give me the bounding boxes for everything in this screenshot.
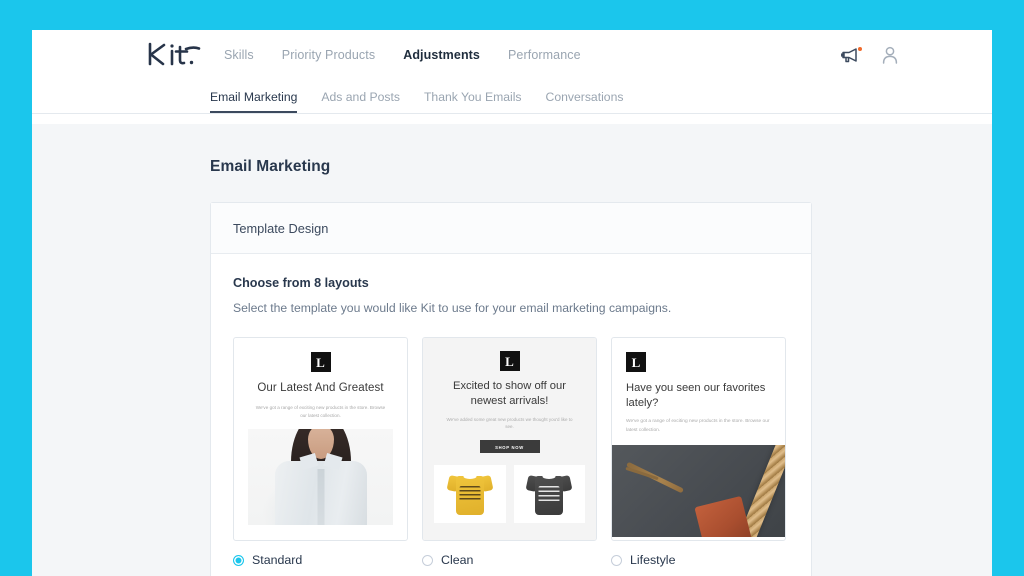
template-meta-clean: Clean A clean but effective approach to … [422, 541, 597, 576]
layouts-subtitle: Select the template you would like Kit t… [233, 301, 672, 316]
app-window: Skills Priority Products Adjustments Per… [32, 30, 992, 576]
template-option-clean[interactable]: L Excited to show off our newest arrival… [422, 337, 597, 576]
radio-indicator [611, 554, 622, 566]
option-label: Standard [252, 553, 303, 568]
template-preview-standard[interactable]: L Our Latest And Greatest We've got a ra… [233, 337, 408, 542]
template-logo-badge: L [626, 352, 646, 373]
template-grid: L Our Latest And Greatest We've got a ra… [233, 337, 789, 576]
panel-content: Choose from 8 layouts Select the templat… [211, 254, 811, 576]
dark-gray-graphic-tshirt-thumbnail [513, 464, 585, 523]
radio-clean[interactable]: Clean [422, 553, 597, 567]
top-header: Skills Priority Products Adjustments Per… [32, 30, 992, 80]
nav-item-skills[interactable]: Skills [210, 48, 268, 62]
tab-conversations[interactable]: Conversations [534, 90, 636, 113]
panel-header-title: Template Design [233, 220, 329, 236]
template-option-lifestyle[interactable]: L Have you seen our favorites lately? We… [611, 337, 786, 576]
woman-in-light-shirt-photo [248, 429, 393, 526]
radio-standard[interactable]: Standard [233, 553, 408, 567]
nav-item-priority-products[interactable]: Priority Products [268, 48, 389, 62]
nav-item-adjustments[interactable]: Adjustments [389, 48, 494, 62]
page-title: Email Marketing [210, 158, 331, 176]
rope-and-leather-photo [612, 444, 785, 537]
primary-nav: Skills Priority Products Adjustments Per… [210, 30, 595, 80]
shop-now-button[interactable]: SHOP NOW [479, 439, 540, 453]
option-label: Lifestyle [630, 553, 676, 568]
template-design-panel: Template Design Choose from 8 layouts Se… [210, 202, 812, 576]
option-label: Clean [441, 553, 474, 568]
notification-badge [858, 46, 862, 51]
template-meta-lifestyle: Lifestyle Let your top products shine wi… [611, 541, 786, 576]
radio-lifestyle[interactable]: Lifestyle [611, 553, 786, 567]
layouts-heading: Choose from 8 layouts [233, 276, 369, 291]
megaphone-icon[interactable] [841, 46, 862, 64]
template-preview-body: We've added some great new products we t… [446, 416, 573, 430]
template-preview-body: We've got a range of exciting new produc… [255, 404, 386, 418]
template-preview-heading: Have you seen our favorites lately? [626, 382, 766, 410]
product-thumbnails [434, 464, 585, 523]
template-preview-body: We've got a range of exciting new produc… [626, 418, 770, 433]
template-preview-clean[interactable]: L Excited to show off our newest arrival… [422, 337, 597, 542]
tab-thank-you-emails[interactable]: Thank You Emails [412, 90, 534, 113]
panel-header: Template Design [211, 203, 811, 255]
template-preview-lifestyle[interactable]: L Have you seen our favorites lately? We… [611, 337, 786, 542]
nav-item-performance[interactable]: Performance [494, 48, 595, 62]
template-preview-heading: Our Latest And Greatest [257, 382, 384, 395]
tab-email-marketing[interactable]: Email Marketing [210, 90, 309, 113]
template-logo-badge: L [310, 352, 331, 373]
tab-ads-and-posts[interactable]: Ads and Posts [309, 90, 412, 113]
radio-indicator [233, 554, 244, 566]
kit-wordmark-icon[interactable] [142, 38, 204, 72]
secondary-nav: Email Marketing Ads and Posts Thank You … [32, 80, 992, 114]
template-option-standard[interactable]: L Our Latest And Greatest We've got a ra… [233, 337, 408, 576]
page-body: Email Marketing Template Design Choose f… [32, 124, 992, 576]
template-preview-heading: Excited to show off our newest arrivals! [453, 380, 566, 408]
radio-indicator [422, 554, 433, 566]
user-icon[interactable] [880, 45, 900, 65]
yellow-jiu-jitsu-tshirt-thumbnail [434, 464, 506, 523]
template-logo-badge: L [499, 351, 520, 372]
header-actions [841, 30, 900, 80]
template-meta-standard: Standard The new standard for modern and… [233, 541, 408, 576]
